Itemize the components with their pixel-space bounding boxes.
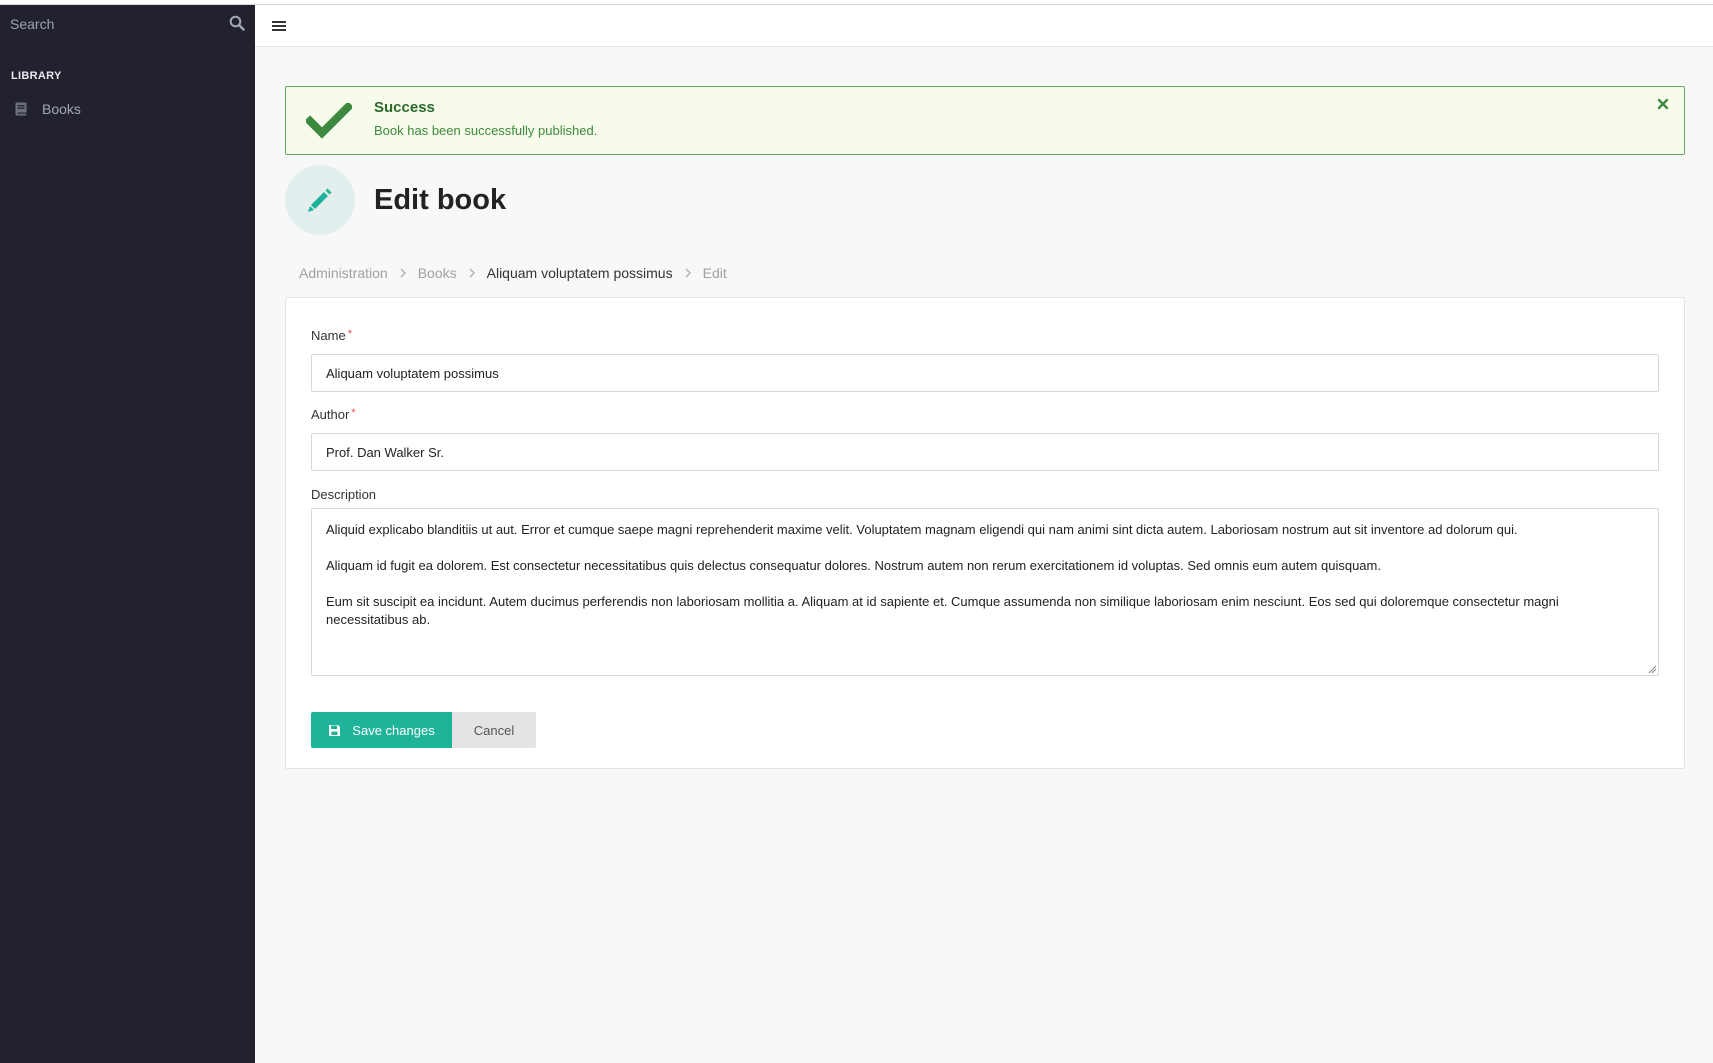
sidebar-item-label: Books	[42, 101, 81, 117]
required-marker: *	[347, 328, 352, 340]
save-button[interactable]: Save changes	[311, 712, 452, 748]
chevron-right-icon	[685, 268, 691, 278]
description-textarea[interactable]: Aliquid explicabo blanditiis ut aut. Err…	[311, 508, 1659, 676]
book-icon	[15, 102, 27, 116]
edit-form-card: Name* Author* Description Aliquid explic…	[285, 297, 1685, 769]
main-content: Success Book has been successfully publi…	[255, 5, 1713, 1063]
name-field[interactable]	[311, 354, 1659, 392]
success-alert: Success Book has been successfully publi…	[285, 86, 1685, 155]
name-label: Name *	[311, 328, 352, 343]
author-label: Author *	[311, 407, 356, 422]
save-button-label: Save changes	[352, 722, 435, 738]
page-title: Edit book	[374, 183, 507, 216]
breadcrumb-books[interactable]: Books	[418, 265, 457, 281]
chevron-right-icon	[400, 268, 406, 278]
breadcrumb-administration[interactable]: Administration	[299, 265, 388, 281]
sidebar-section-label: LIBRARY	[11, 70, 62, 82]
search-icon[interactable]	[229, 15, 245, 31]
sidebar-item-books[interactable]: Books	[0, 96, 255, 122]
required-marker: *	[351, 407, 356, 419]
app-window: LIBRARY Books Success Book has been	[0, 0, 1713, 1063]
breadcrumb-edit: Edit	[702, 265, 727, 281]
pencil-icon	[308, 188, 332, 212]
description-paragraph: Aliquid explicabo blanditiis ut aut. Err…	[326, 522, 1518, 537]
alert-message: Book has been successfully published.	[374, 123, 598, 138]
top-bar	[255, 5, 1713, 47]
description-paragraph: Aliquam id fugit ea dolorem. Est consect…	[326, 558, 1381, 573]
cancel-button[interactable]: Cancel	[452, 712, 536, 748]
window-top-border	[0, 0, 1713, 5]
chevron-right-icon	[469, 268, 475, 278]
resize-handle-icon[interactable]	[1647, 664, 1657, 674]
description-paragraph: Eum sit suscipit ea incidunt. Autem duci…	[326, 594, 1559, 627]
author-field[interactable]	[311, 433, 1659, 471]
sidebar: LIBRARY Books	[0, 5, 255, 1063]
description-label: Description	[311, 487, 377, 502]
floppy-disk-icon	[329, 724, 341, 736]
page-icon-badge	[285, 165, 355, 235]
search-input[interactable]	[0, 5, 255, 42]
close-icon[interactable]	[1656, 97, 1670, 111]
page-header: Edit book	[285, 165, 506, 235]
sidebar-search	[0, 5, 255, 42]
checkmark-icon	[306, 103, 352, 139]
breadcrumb: Administration Books Aliquam voluptatem …	[299, 265, 727, 281]
alert-title: Success	[374, 99, 435, 116]
form-actions: Save changes Cancel	[311, 712, 536, 748]
hamburger-menu-icon[interactable]	[272, 19, 286, 33]
breadcrumb-book[interactable]: Aliquam voluptatem possimus	[487, 265, 673, 281]
